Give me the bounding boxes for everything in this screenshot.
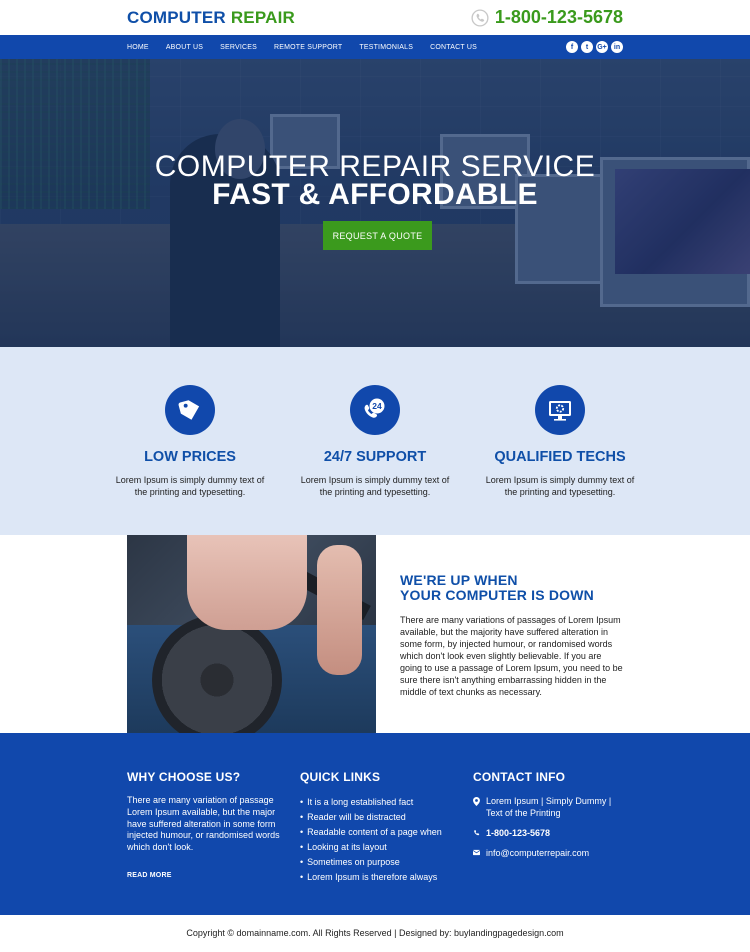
phone-icon: [473, 827, 480, 839]
motherboard-photo: [127, 535, 376, 733]
feature-text: Lorem Ipsum is simply dummy text of the …: [115, 475, 265, 497]
feature-low-prices: LOW PRICES Lorem Ipsum is simply dummy t…: [115, 385, 265, 498]
hero-section: COMPUTER REPAIR SERVICE FAST & AFFORDABL…: [0, 59, 750, 347]
feature-title: LOW PRICES: [144, 449, 236, 465]
nav-remote-support[interactable]: REMOTE SUPPORT: [274, 44, 342, 51]
linkedin-icon[interactable]: in: [611, 41, 623, 53]
nav-about-us[interactable]: ABOUT US: [166, 44, 203, 51]
quick-link-item[interactable]: Reader will be distracted: [300, 810, 455, 825]
footer-contact-title: CONTACT INFO: [473, 770, 566, 784]
about-content: WE'RE UP WHEN YOUR COMPUTER IS DOWN Ther…: [400, 573, 625, 698]
phone-icon: [471, 8, 489, 27]
logo-text-primary: COMPUTER: [127, 7, 226, 27]
svg-text:24: 24: [372, 401, 382, 411]
footer-why-text: There are many variation of passage Lore…: [127, 795, 280, 853]
header-phone[interactable]: 1-800-123-5678: [471, 7, 623, 28]
hero-subtitle: FAST & AFFORDABLE: [212, 178, 538, 211]
features-section: LOW PRICES Lorem Ipsum is simply dummy t…: [0, 347, 750, 535]
feature-title: QUALIFIED TECHS: [494, 449, 626, 465]
twitter-icon[interactable]: t: [581, 41, 593, 53]
contact-address-text: Lorem Ipsum | Simply Dummy | Text of the…: [486, 796, 612, 818]
feature-title: 24/7 SUPPORT: [323, 449, 427, 465]
copyright-text: Copyright © domainname.com. All Rights R…: [186, 927, 564, 938]
read-more-link[interactable]: READ MORE: [127, 872, 282, 879]
quick-link-item[interactable]: Sometimes on purpose: [300, 855, 455, 870]
about-heading: WE'RE UP WHEN YOUR COMPUTER IS DOWN: [400, 573, 625, 603]
nav-home[interactable]: HOME: [127, 44, 149, 51]
feature-text: Lorem Ipsum is simply dummy text of the …: [485, 475, 635, 497]
about-text: There are many variations of passages of…: [400, 615, 623, 697]
contact-phone-text: 1-800-123-5678: [486, 828, 551, 838]
contact-email[interactable]: info@computerrepair.com: [473, 847, 623, 859]
envelope-icon: [473, 847, 480, 859]
contact-phone[interactable]: 1-800-123-5678: [473, 827, 623, 839]
nav-contact-us[interactable]: CONTACT US: [430, 44, 477, 51]
google-plus-icon[interactable]: G+: [596, 41, 608, 53]
nav-services[interactable]: SERVICES: [220, 44, 257, 51]
logo-text-secondary: REPAIR: [230, 7, 295, 27]
quick-links-list: It is a long established fact Reader wil…: [300, 795, 455, 884]
quick-link-item[interactable]: Lorem Ipsum is therefore always: [300, 870, 455, 885]
quick-link-item[interactable]: Readable content of a page when: [300, 825, 455, 840]
header: COMPUTER REPAIR 1-800-123-5678: [0, 0, 750, 35]
about-heading-line2: YOUR COMPUTER IS DOWN: [400, 587, 594, 603]
social-links: f t G+ in: [566, 41, 623, 53]
footer: WHY CHOOSE US? There are many variation …: [0, 733, 750, 915]
phone-24-icon: 24: [350, 385, 400, 435]
nav-testimonials[interactable]: TESTIMONIALS: [359, 44, 413, 51]
main-nav: HOME ABOUT US SERVICES REMOTE SUPPORT TE…: [0, 35, 750, 59]
footer-quick-links: QUICK LINKS It is a long established fac…: [300, 770, 455, 884]
footer-why-choose-us: WHY CHOOSE US? There are many variation …: [127, 770, 282, 884]
copyright-bar: Copyright © domainname.com. All Rights R…: [0, 915, 750, 950]
footer-why-title: WHY CHOOSE US?: [127, 770, 241, 784]
nav-menu: HOME ABOUT US SERVICES REMOTE SUPPORT TE…: [127, 44, 494, 51]
feature-qualified-techs: QUALIFIED TECHS Lorem Ipsum is simply du…: [485, 385, 635, 498]
quick-link-item[interactable]: It is a long established fact: [300, 795, 455, 810]
price-tag-icon: [165, 385, 215, 435]
about-section: WE'RE UP WHEN YOUR COMPUTER IS DOWN Ther…: [0, 535, 750, 733]
footer-contact-info: CONTACT INFO Lorem Ipsum | Simply Dummy …: [473, 770, 623, 884]
about-heading-line1: WE'RE UP WHEN: [400, 572, 518, 588]
feature-support: 24 24/7 SUPPORT Lorem Ipsum is simply du…: [300, 385, 450, 498]
facebook-icon[interactable]: f: [566, 41, 578, 53]
quick-link-item[interactable]: Looking at its layout: [300, 840, 455, 855]
contact-email-text: info@computerrepair.com: [486, 848, 590, 858]
logo[interactable]: COMPUTER REPAIR: [127, 8, 295, 28]
footer-links-title: QUICK LINKS: [300, 770, 381, 784]
request-quote-button[interactable]: REQUEST A QUOTE: [323, 221, 432, 250]
phone-number: 1-800-123-5678: [494, 7, 623, 27]
feature-text: Lorem Ipsum is simply dummy text of the …: [300, 475, 450, 497]
map-pin-icon: [473, 795, 480, 819]
monitor-gear-icon: [535, 385, 585, 435]
contact-address: Lorem Ipsum | Simply Dummy | Text of the…: [473, 795, 623, 819]
